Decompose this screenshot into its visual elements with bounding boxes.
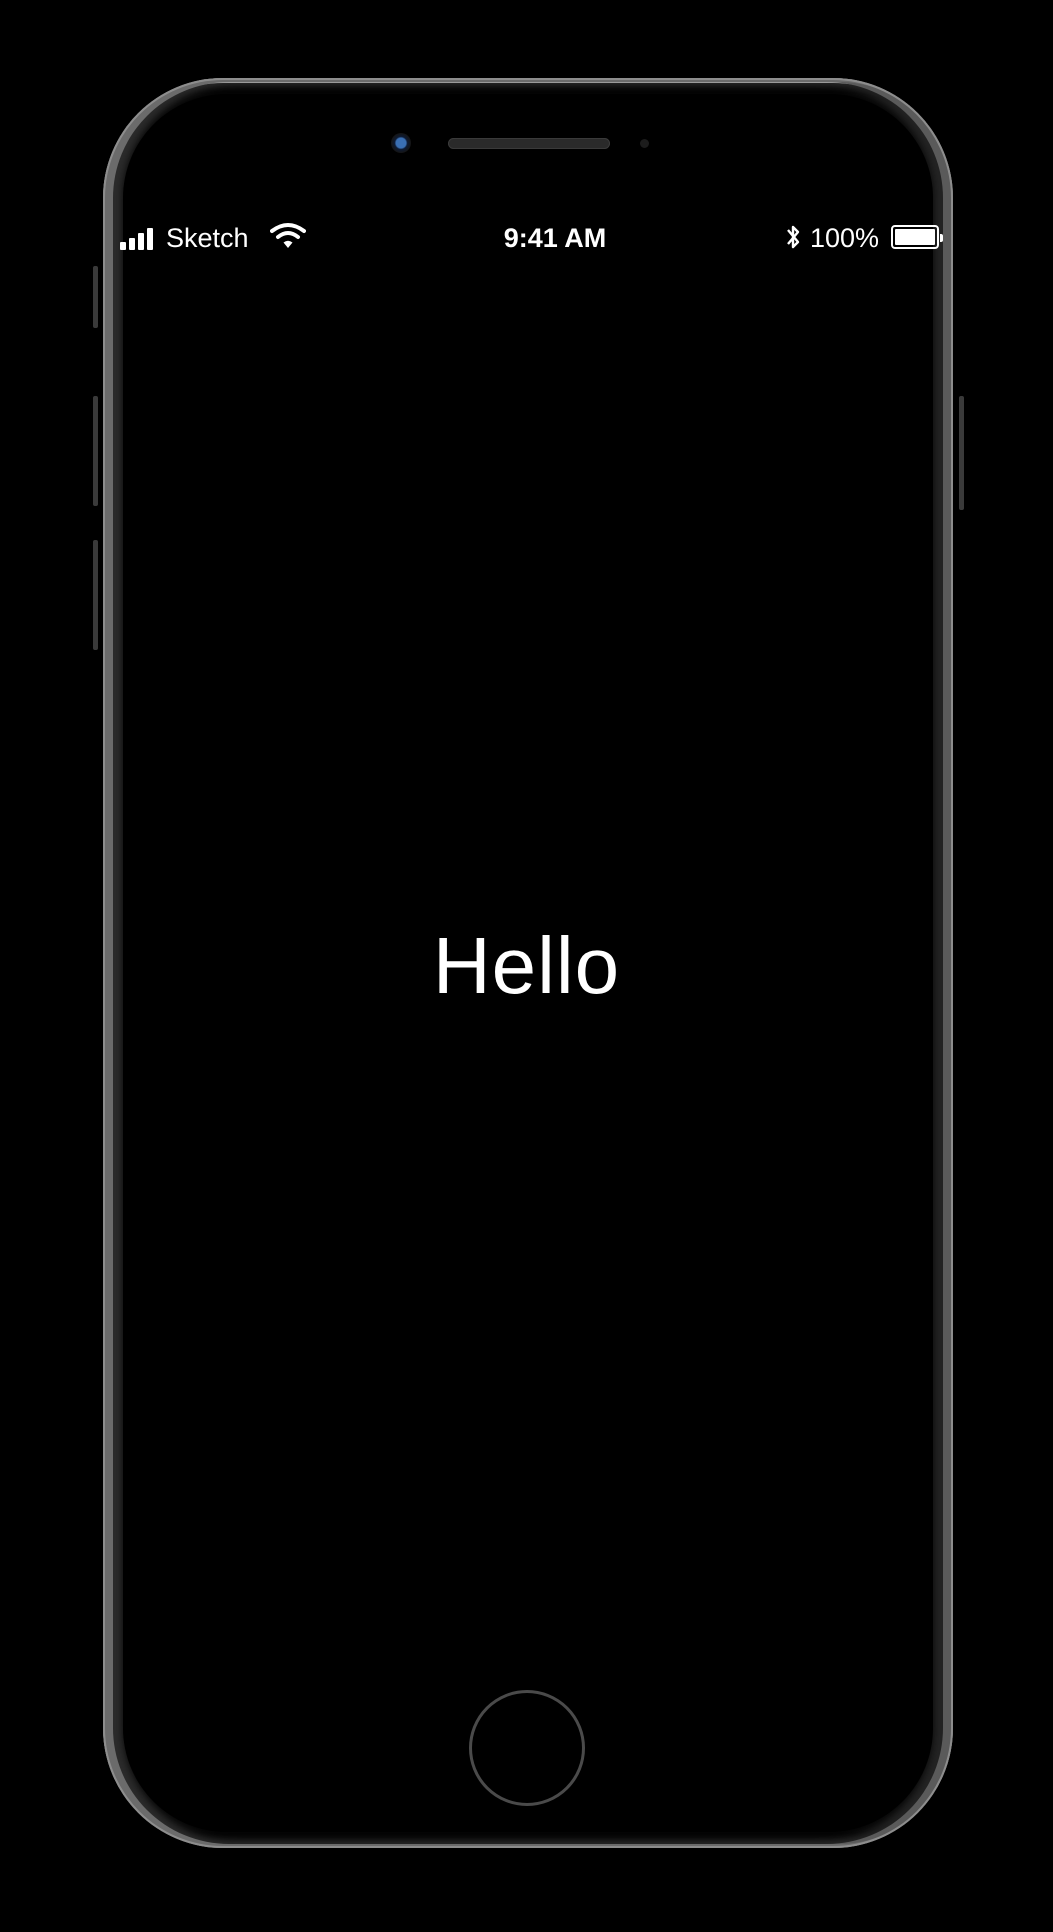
battery-fill: [895, 229, 935, 245]
signal-icon: [120, 226, 160, 250]
volume-down-button: [93, 540, 98, 650]
front-camera-icon: [391, 133, 411, 153]
mute-switch: [93, 266, 98, 328]
carrier-name: Sketch: [166, 223, 249, 253]
volume-up-button: [93, 396, 98, 506]
device-mockup: Sketch 9:41 AM 100% Hello: [0, 0, 1053, 1932]
battery-icon: [891, 225, 943, 249]
home-button[interactable]: [469, 1690, 585, 1806]
battery-cap: [940, 234, 943, 242]
status-bar: Sketch 9:41 AM 100%: [120, 220, 952, 258]
battery-percentage: 100%: [810, 223, 880, 253]
bluetooth-icon: [787, 225, 800, 249]
status-time: 9:41 AM: [503, 223, 607, 253]
proximity-sensor: [640, 139, 649, 148]
wifi-icon: [270, 223, 306, 248]
power-button: [959, 396, 964, 510]
greeting-text: Hello: [432, 921, 621, 1010]
earpiece-speaker: [448, 138, 610, 149]
